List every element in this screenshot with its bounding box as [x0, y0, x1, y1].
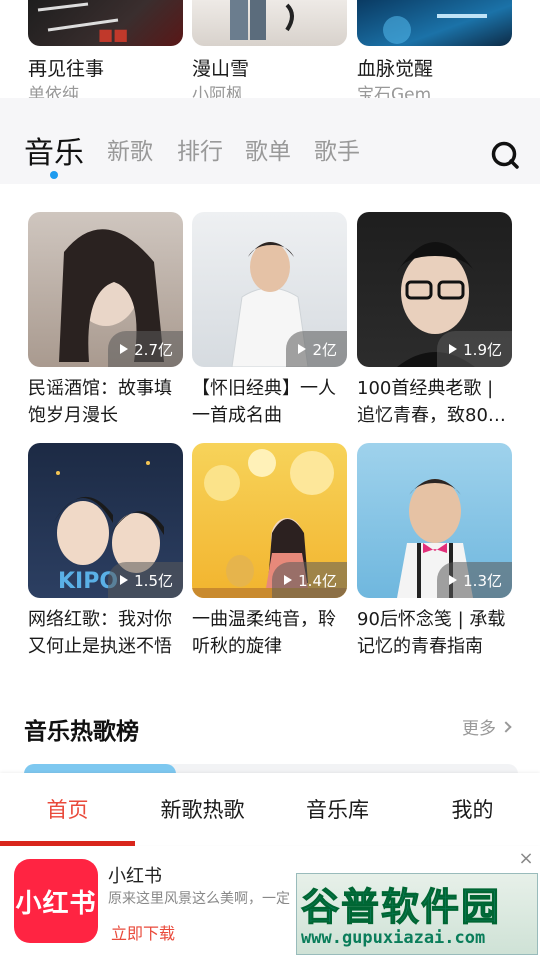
play-count-badge: 1.5亿	[108, 562, 183, 598]
playlist-card[interactable]: 2亿 【怀旧经典】一人一首成名曲	[192, 212, 347, 429]
nav-home[interactable]: 首页	[0, 773, 135, 845]
play-icon	[449, 575, 458, 585]
playlist-cover[interactable]: 1.3亿	[357, 443, 512, 598]
play-count-badge: 1.4亿	[272, 562, 347, 598]
album-card[interactable]: 漫山雪 小阿枫	[192, 0, 347, 105]
tab-rankings[interactable]: 排行	[177, 132, 223, 166]
play-icon	[298, 344, 307, 354]
album-card[interactable]: 血脉觉醒 宝石Gem	[357, 0, 512, 105]
category-tab-bar: 音乐 新歌 排行 歌单 歌手	[0, 98, 540, 184]
album-title: 漫山雪	[192, 58, 250, 80]
play-count: 1.5亿	[134, 571, 173, 590]
section-title: 音乐热歌榜	[24, 719, 139, 745]
playlist-card[interactable]: KIPO 1.5亿 网络红歌：我对你又何止是执迷不悟	[28, 443, 183, 660]
play-count: 2亿	[312, 340, 337, 359]
playlist-title[interactable]: 90后怀念笺 | 承载记忆的青春指南	[357, 606, 512, 660]
playlist-card[interactable]: 1.3亿 90后怀念笺 | 承载记忆的青春指南	[357, 443, 512, 660]
play-count: 1.9亿	[463, 340, 502, 359]
close-icon[interactable]: ×	[517, 850, 535, 868]
watermark-logo: 谷普软件园 www.gupuxiazai.com	[296, 873, 538, 955]
app-logo[interactable]: 小红书	[14, 859, 98, 943]
nav-mine[interactable]: 我的	[405, 773, 540, 845]
album-cover[interactable]	[357, 0, 512, 46]
playlist-title[interactable]: 一曲温柔纯音，聆听秋的旋律	[192, 606, 347, 660]
ad-description: 原来这里风景这么美啊，一定	[108, 891, 290, 907]
nav-new-hot-songs[interactable]: 新歌热歌	[135, 773, 270, 845]
chevron-right-icon	[500, 720, 512, 733]
top-album-row: ■■ 再见往事 单依纯 漫山雪 小阿枫 血脉觉醒 宝石Gem	[0, 0, 540, 105]
play-count: 1.4亿	[298, 571, 337, 590]
playlist-card[interactable]: 1.4亿 一曲温柔纯音，聆听秋的旋律	[192, 443, 347, 660]
tab-music[interactable]: 音乐	[24, 128, 84, 172]
watermark-url: www.gupuxiazai.com	[301, 928, 486, 948]
play-icon	[284, 575, 293, 585]
album-cover[interactable]	[192, 0, 347, 46]
playlist-cover[interactable]: 2亿	[192, 212, 347, 367]
play-icon	[120, 344, 129, 354]
active-tab-indicator	[50, 171, 58, 179]
playlist-title[interactable]: 民谣酒馆：故事填饱岁月漫长	[28, 375, 183, 429]
svg-text:■■: ■■	[98, 25, 128, 44]
play-icon	[449, 344, 458, 354]
tab-singers[interactable]: 歌手	[314, 132, 360, 166]
playlist-cover[interactable]: KIPO 1.5亿	[28, 443, 183, 598]
playlist-cover[interactable]: 2.7亿	[28, 212, 183, 367]
playlist-title[interactable]: 网络红歌：我对你又何止是执迷不悟	[28, 606, 183, 660]
playlist-cover[interactable]: 1.9亿	[357, 212, 512, 367]
play-icon	[120, 575, 129, 585]
tab-new-songs[interactable]: 新歌	[107, 132, 153, 166]
playlist-card[interactable]: 1.9亿 100首经典老歌 | 追忆青春，致8090后	[357, 212, 512, 429]
ad-download-button[interactable]: 立即下载	[111, 920, 175, 944]
play-count-badge: 1.3亿	[437, 562, 512, 598]
playlist-title[interactable]: 【怀旧经典】一人一首成名曲	[192, 375, 347, 429]
play-count: 2.7亿	[134, 340, 173, 359]
ad-app-name: 小红书	[108, 866, 162, 887]
playlist-title[interactable]: 100首经典老歌 | 追忆青春，致8090后	[357, 375, 512, 429]
album-title: 血脉觉醒	[357, 58, 434, 80]
ad-banner[interactable]: 小红书 小红书 原来这里风景这么美啊，一定 立即下载 × 谷普软件园 www.g…	[0, 846, 540, 960]
album-title: 再见往事	[28, 58, 105, 80]
tab-playlists[interactable]: 歌单	[245, 132, 291, 166]
playlist-cover[interactable]: 1.4亿	[192, 443, 347, 598]
album-card[interactable]: ■■ 再见往事 单依纯	[28, 0, 183, 105]
watermark-text: 谷普软件园	[300, 885, 502, 930]
play-count-badge: 2.7亿	[108, 331, 183, 367]
search-icon[interactable]	[490, 140, 520, 170]
nav-music-library[interactable]: 音乐库	[270, 773, 405, 845]
album-cover[interactable]: ■■	[28, 0, 183, 46]
more-label: 更多	[462, 719, 496, 739]
playlist-card[interactable]: 2.7亿 民谣酒馆：故事填饱岁月漫长	[28, 212, 183, 429]
bottom-nav: 首页 新歌热歌 音乐库 我的	[0, 773, 540, 845]
play-count-badge: 2亿	[286, 331, 347, 367]
more-link[interactable]: 更多	[462, 714, 512, 739]
play-count-badge: 1.9亿	[437, 331, 512, 367]
play-count: 1.3亿	[463, 571, 502, 590]
